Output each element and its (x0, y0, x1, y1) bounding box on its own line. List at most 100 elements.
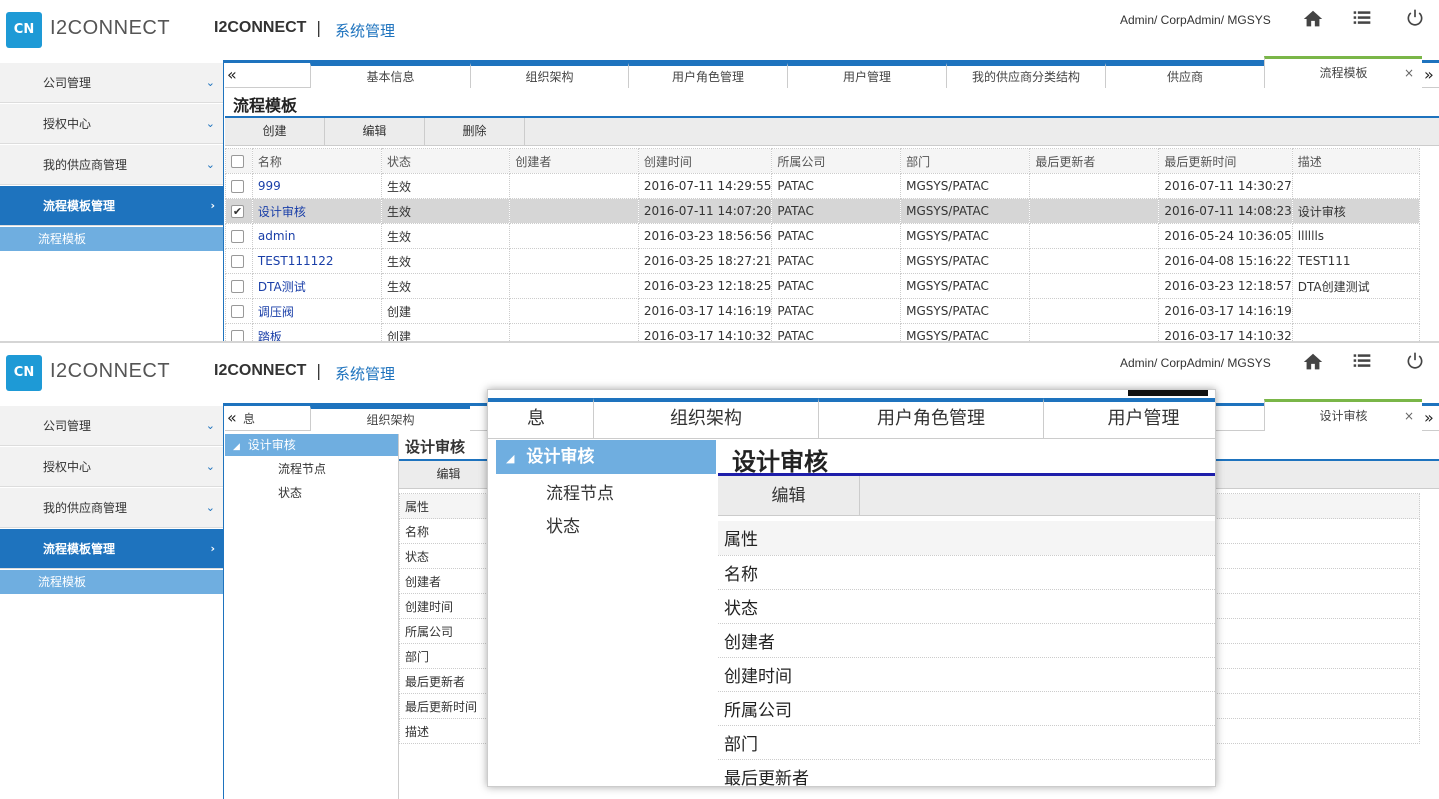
column-header[interactable]: 创建时间 (637, 148, 773, 174)
tab-user-roles[interactable]: 用户角色管理 (628, 63, 787, 88)
tab-fragment[interactable]: 息 (243, 410, 255, 427)
sidebar-subitem-workflow-template[interactable]: 流程模板 (0, 227, 223, 251)
column-header[interactable]: 名称 (251, 148, 383, 174)
tab-org-structure[interactable]: 组织架构 (310, 406, 470, 431)
create-button[interactable]: 创建 (225, 118, 325, 146)
power-icon[interactable] (1403, 8, 1427, 32)
tab-fragment[interactable]: 息 (488, 398, 593, 438)
sidebar-item-auth[interactable]: 授权中心 ⌄ (0, 447, 223, 487)
cell-company: PATAC (771, 298, 902, 324)
sidebar-item-label: 流程模板管理 (43, 199, 116, 213)
property-row: 创建时间 (718, 657, 1215, 692)
row-checkbox[interactable] (225, 223, 253, 249)
tab-supplier-categories[interactable]: 我的供应商分类结构 (946, 63, 1105, 88)
sidebar-item-company[interactable]: 公司管理 ⌄ (0, 63, 223, 103)
sidebar-subitem-workflow-template[interactable]: 流程模板 (0, 570, 223, 594)
cell-status: 创建 (381, 323, 511, 342)
select-all-checkbox[interactable] (225, 148, 253, 174)
cell-creator (509, 323, 639, 342)
tree-node-process-nodes[interactable]: 流程节点 (546, 479, 614, 504)
system-name[interactable]: 系统管理 (335, 363, 395, 384)
column-header[interactable]: 所属公司 (771, 148, 902, 174)
sidebar-item-auth[interactable]: 授权中心 ⌄ (0, 104, 223, 144)
system-name[interactable]: 系统管理 (335, 20, 395, 41)
property-label: 名称 (718, 555, 1215, 590)
column-header[interactable]: 最后更新时间 (1158, 148, 1293, 174)
table-row[interactable]: TEST111122 生效 2016-03-25 18:27:21 PATAC MGSY… (225, 248, 1421, 274)
property-row: 状态 (718, 589, 1215, 624)
cell-name[interactable]: 设计审核 (251, 198, 383, 224)
sidebar-item-workflow-templates[interactable]: 流程模板管理 › (0, 186, 223, 226)
expand-icon[interactable]: ◢ (225, 442, 240, 452)
tabs-next-icon[interactable]: » (1424, 65, 1434, 84)
tree-node-status[interactable]: 状态 (546, 512, 580, 537)
checkmark-icon[interactable]: ✔ (231, 205, 244, 218)
cell-name[interactable]: 调压阀 (251, 298, 383, 324)
tree-node-process-nodes[interactable]: 流程节点 (225, 458, 399, 480)
cell-company: PATAC (771, 248, 902, 274)
column-header[interactable]: 创建者 (509, 148, 639, 174)
tree-node-status[interactable]: 状态 (225, 482, 399, 504)
tab-org-structure[interactable]: 组织架构 (470, 63, 628, 88)
table-row[interactable]: DTA测试 生效 2016-03-23 12:18:25 PATAC MGSYS/PAT… (225, 273, 1421, 299)
table-row[interactable]: 999 生效 2016-07-11 14:29:55 PATAC MGSYS/PATAC… (225, 173, 1421, 199)
property-row: 属性 (718, 521, 1215, 556)
cell-name[interactable]: admin (251, 223, 383, 249)
cell-name[interactable]: TEST111122 (251, 248, 383, 274)
column-header[interactable]: 部门 (900, 148, 1031, 174)
home-icon[interactable] (1301, 8, 1325, 32)
checkbox-icon[interactable] (231, 230, 244, 243)
edit-button[interactable]: 编辑 (718, 476, 860, 516)
tab-workflow-template[interactable]: 流程模板 × (1264, 56, 1422, 88)
power-icon[interactable] (1403, 351, 1427, 375)
column-header[interactable]: 最后更新者 (1029, 148, 1160, 174)
table-row[interactable]: 踏板 创建 2016-03-17 14:10:32 PATAC MGSYS/PATAC 2… (225, 323, 1421, 342)
home-icon[interactable] (1301, 351, 1325, 375)
edit-button[interactable]: 编辑 (399, 461, 499, 489)
expand-icon[interactable]: ◢ (506, 452, 514, 465)
column-header[interactable]: 状态 (381, 148, 511, 174)
checkbox-icon[interactable] (231, 255, 244, 268)
cell-name[interactable]: 踏板 (251, 323, 383, 342)
zoom-topbar (1128, 390, 1208, 396)
cell-desc: DTA创建测试 (1291, 273, 1421, 299)
cell-name[interactable]: DTA测试 (251, 273, 383, 299)
tab-users[interactable]: 用户管理 (1043, 398, 1215, 438)
tree-node-design-review[interactable]: ◢ 设计审核 (496, 440, 716, 474)
tab-org-structure[interactable]: 组织架构 (593, 398, 818, 438)
tabs-prev-icon[interactable]: « (227, 65, 237, 84)
table-row[interactable]: ✔ 设计审核 生效 2016-07-11 14:07:20 PATAC MGSYS/PAT… (225, 198, 1421, 224)
row-checkbox[interactable] (225, 323, 253, 342)
sidebar-item-suppliers[interactable]: 我的供应商管理 ⌄ (0, 488, 223, 528)
row-checkbox[interactable] (225, 248, 253, 274)
tabs-next-icon[interactable]: » (1424, 408, 1434, 427)
checkbox-icon[interactable] (231, 305, 244, 318)
close-icon[interactable]: × (1404, 402, 1414, 430)
tab-suppliers[interactable]: 供应商 (1105, 63, 1264, 88)
tab-user-roles[interactable]: 用户角色管理 (818, 398, 1043, 438)
tab-design-review[interactable]: 设计审核 × (1264, 399, 1422, 431)
table-row[interactable]: admin 生效 2016-03-23 18:56:56 PATAC MGSYS/PAT… (225, 223, 1421, 249)
tree-node-design-review[interactable]: ◢ 设计审核 (225, 434, 399, 456)
column-header[interactable]: 描述 (1291, 148, 1421, 174)
list-icon[interactable] (1350, 8, 1374, 32)
app-header: CN I2CONNECT I2CONNECT | 系统管理 Admin/ Cor… (0, 0, 1439, 60)
tab-basic-info[interactable]: 基本信息 (310, 63, 470, 88)
tabs-prev-icon[interactable]: « (227, 408, 237, 427)
close-icon[interactable]: × (1404, 59, 1414, 87)
checkbox-icon[interactable] (231, 280, 244, 293)
checkbox-icon[interactable] (231, 180, 244, 193)
list-icon[interactable] (1350, 351, 1374, 375)
tab-users[interactable]: 用户管理 (787, 63, 946, 88)
sidebar-item-workflow-templates[interactable]: 流程模板管理 › (0, 529, 223, 569)
row-checkbox[interactable]: ✔ (225, 198, 253, 224)
cell-name[interactable]: 999 (251, 173, 383, 199)
table-row[interactable]: 调压阀 创建 2016-03-17 14:16:19 PATAC MGSYS/PATAC… (225, 298, 1421, 324)
row-checkbox[interactable] (225, 173, 253, 199)
edit-button[interactable]: 编辑 (325, 118, 425, 146)
row-checkbox[interactable] (225, 273, 253, 299)
delete-button[interactable]: 删除 (425, 118, 525, 146)
sidebar-item-company[interactable]: 公司管理 ⌄ (0, 406, 223, 446)
row-checkbox[interactable] (225, 298, 253, 324)
sidebar-item-suppliers[interactable]: 我的供应商管理 ⌄ (0, 145, 223, 185)
